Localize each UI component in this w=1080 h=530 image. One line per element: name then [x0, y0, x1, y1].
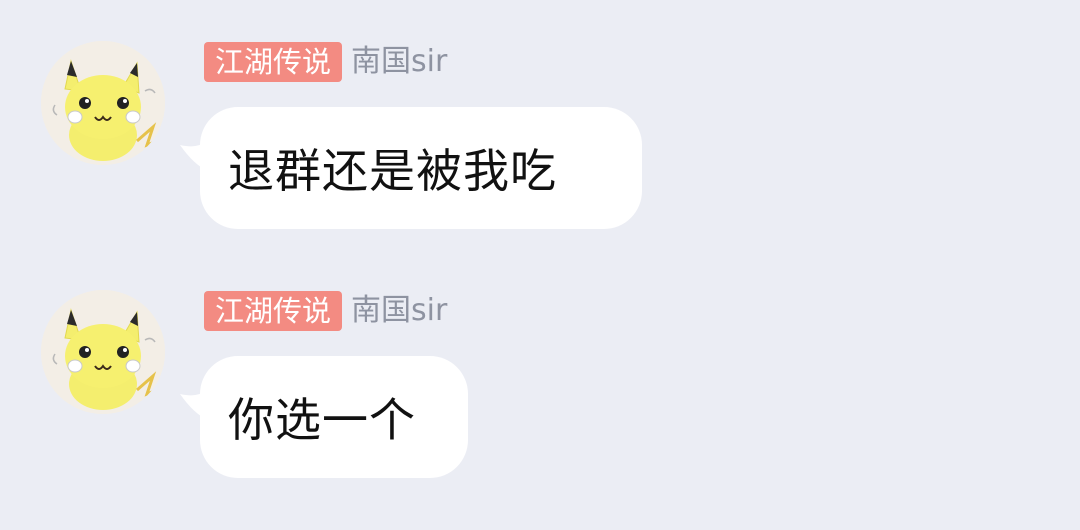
sender-line: 江湖传说 南国sir — [204, 291, 447, 331]
pikachu-avatar-icon — [41, 290, 165, 414]
chat-message: 江湖传说 南国sir 你选一个 — [0, 248, 1080, 530]
sender-name[interactable]: 南国sir — [351, 291, 447, 331]
chat-message: 江湖传说 南国sir 退群还是被我吃 — [0, 0, 1080, 265]
title-badge: 江湖传说 — [204, 291, 343, 331]
title-badge: 江湖传说 — [204, 42, 343, 82]
message-bubble[interactable]: 你选一个 — [200, 356, 468, 478]
avatar[interactable] — [41, 41, 165, 165]
sender-line: 江湖传说 南国sir — [204, 42, 447, 82]
avatar[interactable] — [41, 290, 165, 414]
sender-name[interactable]: 南国sir — [351, 42, 447, 82]
message-text: 退群还是被我吃 — [228, 144, 557, 198]
pikachu-avatar-icon — [41, 41, 165, 165]
message-text: 你选一个 — [228, 393, 416, 447]
message-bubble[interactable]: 退群还是被我吃 — [200, 107, 642, 229]
